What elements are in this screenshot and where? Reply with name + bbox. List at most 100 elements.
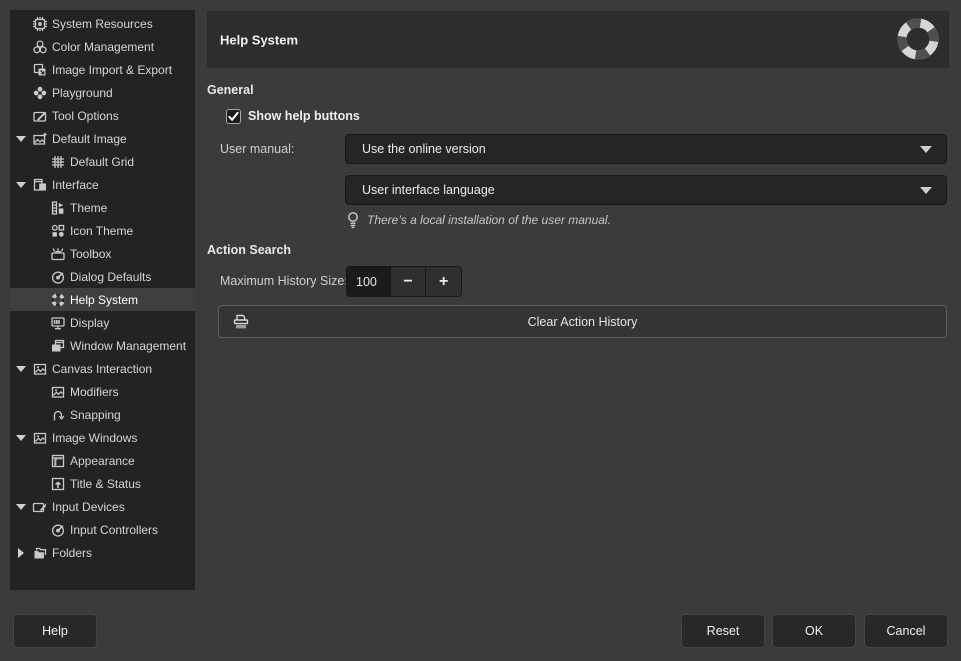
expander-right-icon[interactable] [10, 541, 32, 564]
sidebar-item-label: Modifiers [70, 385, 119, 399]
expander-spacer [10, 288, 50, 311]
expander-spacer [10, 104, 32, 127]
expander-spacer [10, 81, 32, 104]
max-history-input[interactable]: 100 [347, 267, 390, 296]
sidebar-item-input-controllers[interactable]: Input Controllers [10, 518, 195, 541]
sidebar-item-input-devices[interactable]: Input Devices [10, 495, 195, 518]
show-help-buttons-checkbox[interactable] [226, 109, 241, 124]
chevron-down-icon [920, 187, 932, 194]
manual-hint-row: There’s a local installation of the user… [346, 210, 611, 230]
import-export-icon [32, 62, 48, 78]
reset-button[interactable]: Reset [681, 614, 765, 648]
sidebar-item-snapping[interactable]: Snapping [10, 403, 195, 426]
expander-down-icon[interactable] [10, 357, 32, 380]
sidebar-item-playground[interactable]: Playground [10, 81, 195, 104]
sidebar-item-help-system[interactable]: Help System [10, 288, 195, 311]
expander-spacer [10, 242, 50, 265]
canvas-photo-icon [32, 361, 48, 377]
sidebar-item-color-management[interactable]: Color Management [10, 35, 195, 58]
sidebar-item-folders[interactable]: Folders [10, 541, 195, 564]
sidebar-item-image-import-export[interactable]: Image Import & Export [10, 58, 195, 81]
preferences-dialog: System Resources Color Management Image Im… [0, 0, 961, 661]
sidebar-item-label: Display [70, 316, 109, 330]
sidebar-item-theme[interactable]: Theme [10, 196, 195, 219]
sidebar-item-label: Interface [52, 178, 99, 192]
sidebar-item-label: Window Management [70, 339, 186, 353]
image-star-icon [32, 131, 48, 147]
expander-spacer [10, 380, 50, 403]
chevron-down-icon [920, 146, 932, 153]
clear-action-history-button[interactable]: Clear Action History [218, 305, 947, 338]
expander-down-icon[interactable] [10, 495, 32, 518]
sidebar-item-label: Input Controllers [70, 523, 158, 537]
sidebar-item-default-image[interactable]: Default Image [10, 127, 195, 150]
sidebar-item-label: Canvas Interaction [52, 362, 152, 376]
sidebar-item-label: Toolbox [70, 247, 111, 261]
help-button[interactable]: Help [13, 614, 97, 648]
sidebar-item-system-resources[interactable]: System Resources [10, 12, 195, 35]
expander-down-icon[interactable] [10, 173, 32, 196]
canvas-photo-icon [50, 384, 66, 400]
sidebar-item-icon-theme[interactable]: Icon Theme [10, 219, 195, 242]
life-ring-icon [50, 292, 66, 308]
sidebar-item-canvas-interaction[interactable]: Canvas Interaction [10, 357, 195, 380]
sidebar-item-label: Image Import & Export [52, 63, 172, 77]
sidebar-item-label: Theme [70, 201, 107, 215]
page-title: Help System [220, 32, 298, 47]
sidebar-item-label: Title & Status [70, 477, 141, 491]
sidebar-item-title-status[interactable]: Title & Status [10, 472, 195, 495]
ok-button[interactable]: OK [772, 614, 856, 648]
monitor-icon [50, 315, 66, 331]
expander-down-icon[interactable] [10, 127, 32, 150]
sidebar-item-label: Snapping [70, 408, 121, 422]
life-ring-icon [894, 15, 942, 63]
sidebar-item-modifiers[interactable]: Modifiers [10, 380, 195, 403]
show-help-buttons-row[interactable]: Show help buttons [226, 106, 360, 126]
icon-theme-icon [50, 223, 66, 239]
theme-icon [50, 200, 66, 216]
snap-arrow-icon [50, 407, 66, 423]
grid-icon [50, 154, 66, 170]
sidebar-item-interface[interactable]: Interface [10, 173, 195, 196]
manual-language-dropdown[interactable]: User interface language [345, 175, 947, 205]
sidebar-item-label: Playground [52, 86, 113, 100]
section-action-search: Action Search [207, 243, 291, 257]
show-help-buttons-label[interactable]: Show help buttons [248, 109, 360, 123]
expander-spacer [10, 219, 50, 242]
expander-spacer [10, 334, 50, 357]
section-general: General [207, 83, 254, 97]
cancel-button[interactable]: Cancel [864, 614, 948, 648]
expander-spacer [10, 196, 50, 219]
manual-language-selected-value: User interface language [346, 183, 495, 197]
sidebar-item-label: Appearance [70, 454, 135, 468]
expander-spacer [10, 58, 32, 81]
sidebar-item-label: Image Windows [52, 431, 137, 445]
sidebar-item-appearance[interactable]: Appearance [10, 449, 195, 472]
sidebar-item-label: Default Grid [70, 155, 134, 169]
sidebar-item-label: Color Management [52, 40, 154, 54]
sidebar-item-display[interactable]: Display [10, 311, 195, 334]
sidebar-item-window-management[interactable]: Window Management [10, 334, 195, 357]
user-manual-dropdown[interactable]: Use the online version [345, 134, 947, 164]
decrement-button[interactable]: − [390, 267, 426, 296]
sidebar-item-label: Tool Options [52, 109, 119, 123]
sidebar-item-tool-options[interactable]: Tool Options [10, 104, 195, 127]
interface-icon [32, 177, 48, 193]
expander-spacer [10, 518, 50, 541]
expander-spacer [10, 35, 32, 58]
sidebar-item-default-grid[interactable]: Default Grid [10, 150, 195, 173]
sidebar-item-image-windows[interactable]: Image Windows [10, 426, 195, 449]
pinwheel-icon [32, 85, 48, 101]
user-manual-selected-value: Use the online version [346, 142, 486, 156]
expander-spacer [10, 311, 50, 334]
canvas-photo-icon [32, 430, 48, 446]
checkmark-icon [228, 111, 239, 122]
expander-spacer [10, 265, 50, 288]
max-history-spinbox: 100 − + [346, 266, 462, 297]
expander-down-icon[interactable] [10, 426, 32, 449]
sidebar-item-dialog-defaults[interactable]: Dialog Defaults [10, 265, 195, 288]
increment-button[interactable]: + [425, 267, 461, 296]
expander-spacer [10, 150, 50, 173]
cascaded-windows-icon [50, 338, 66, 354]
sidebar-item-toolbox[interactable]: Toolbox [10, 242, 195, 265]
